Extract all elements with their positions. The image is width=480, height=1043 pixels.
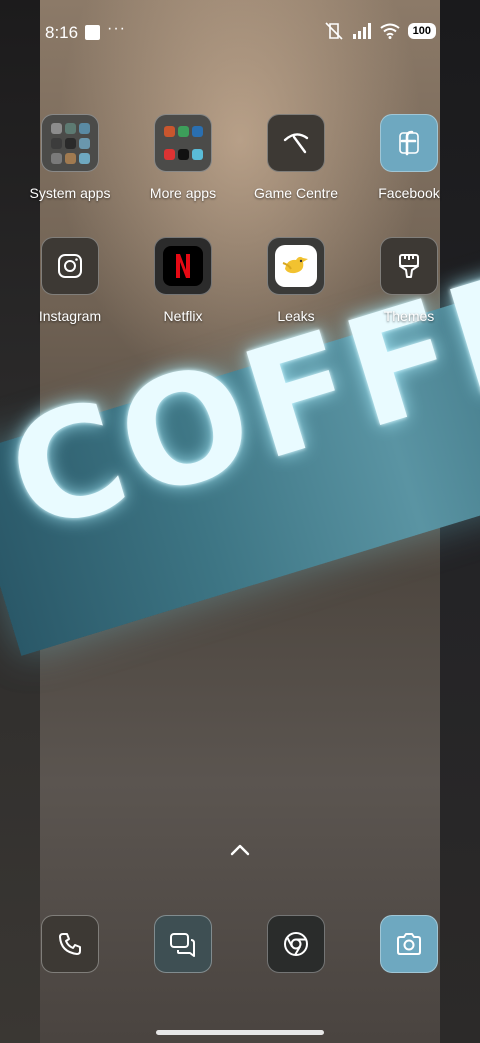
chrome-icon [284, 932, 308, 956]
notification-square-icon [85, 25, 100, 40]
dock-camera[interactable] [380, 915, 438, 973]
paintbrush-icon [380, 237, 438, 295]
dock-chrome[interactable] [267, 915, 325, 973]
app-more-apps[interactable]: More apps [128, 114, 238, 201]
app-facebook[interactable]: Facebook [354, 114, 464, 201]
app-label: Leaks [277, 308, 315, 324]
app-instagram[interactable]: Instagram [15, 237, 125, 324]
app-label: System apps [29, 185, 111, 201]
signal-icon [352, 23, 371, 39]
app-label: Instagram [38, 308, 102, 324]
app-leaks[interactable]: Leaks [241, 237, 351, 324]
app-system-apps[interactable]: System apps [15, 114, 125, 201]
game-centre-icon [267, 114, 325, 172]
app-themes[interactable]: Themes [354, 237, 464, 324]
camera-icon [397, 933, 421, 955]
folder-icon [41, 114, 99, 172]
app-label: More apps [149, 185, 217, 201]
wifi-icon [380, 23, 400, 39]
status-bar: 8:16 ··· 100 [0, 0, 480, 64]
leaks-bird-icon [267, 237, 325, 295]
clock: 8:16 [45, 23, 79, 42]
app-label: Facebook [378, 185, 440, 201]
folder-icon [154, 114, 212, 172]
app-label: Netflix [163, 308, 203, 324]
netflix-icon [154, 237, 212, 295]
app-label: Themes [383, 308, 435, 324]
messages-icon [170, 933, 195, 957]
phone-icon [59, 933, 81, 955]
mute-vibrate-icon [325, 22, 343, 40]
dock-messages[interactable] [154, 915, 212, 973]
battery-icon: 100 [407, 23, 436, 39]
gesture-nav-bar[interactable] [156, 1030, 324, 1035]
instagram-icon [41, 237, 99, 295]
more-notifications-icon: ··· [107, 20, 126, 37]
app-label: Game Centre [253, 185, 339, 201]
dock-phone[interactable] [41, 915, 99, 973]
app-game-centre[interactable]: Game Centre [241, 114, 351, 201]
app-netflix[interactable]: Netflix [128, 237, 238, 324]
facebook-icon [380, 114, 438, 172]
chevron-up-icon[interactable] [229, 842, 251, 858]
